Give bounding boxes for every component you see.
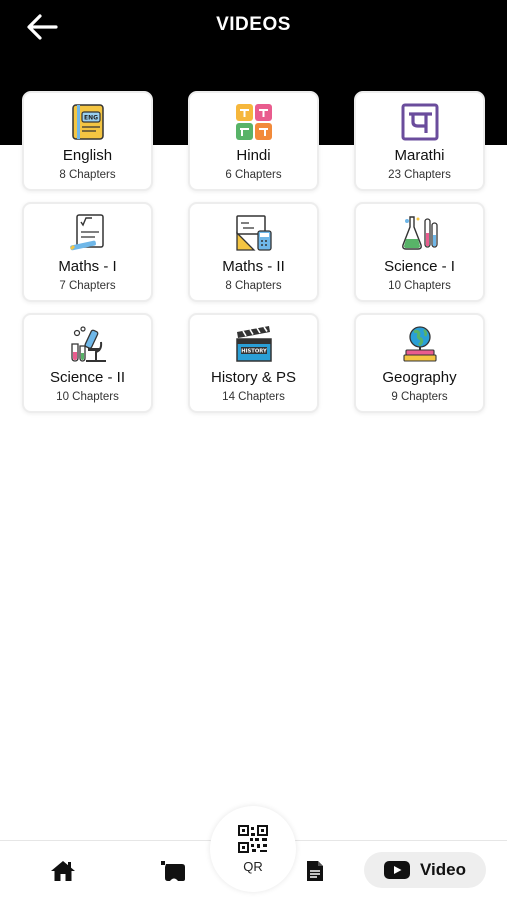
- svg-text:ENG: ENG: [83, 115, 97, 122]
- nav-video-button[interactable]: Video: [364, 852, 486, 888]
- nav-document-button[interactable]: [292, 841, 338, 900]
- nav-home-button[interactable]: [40, 841, 86, 900]
- svg-text:HISTORY: HISTORY: [241, 349, 267, 355]
- subject-card-geography[interactable]: Geography 9 Chapters: [354, 313, 485, 413]
- chapter-count: 10 Chapters: [388, 280, 451, 292]
- books-icon: [161, 861, 185, 881]
- subject-card-marathi[interactable]: Marathi 23 Chapters: [354, 91, 485, 191]
- subject-card-history-ps[interactable]: HISTORY History & PS 14 Chapters: [188, 313, 319, 413]
- subject-card-hindi[interactable]: Hindi 6 Chapters: [188, 91, 319, 191]
- document-icon: [307, 861, 323, 881]
- microscope-icon: [68, 324, 108, 364]
- chapter-count: 14 Chapters: [222, 391, 285, 403]
- math-formula-icon: [68, 213, 108, 253]
- page-title: VIDEOS: [216, 14, 291, 35]
- history-clapperboard-icon: HISTORY: [234, 324, 274, 364]
- hindi-letters-icon: [234, 102, 274, 142]
- nav-video-label: Video: [420, 860, 466, 879]
- subject-name: Science - II: [49, 369, 126, 386]
- home-icon: [51, 861, 75, 881]
- chapter-count: 23 Chapters: [388, 169, 451, 181]
- subject-card-science-2[interactable]: Science - II 10 Chapters: [22, 313, 153, 413]
- chapter-count: 8 Chapters: [59, 169, 116, 181]
- chapter-count: 10 Chapters: [56, 391, 119, 403]
- subject-grid: ENG English 8 Chapters Hindi 6 Chapters: [22, 91, 485, 413]
- lab-flasks-icon: [400, 213, 440, 253]
- qr-scan-button[interactable]: QR: [210, 806, 296, 892]
- qr-label: QR: [243, 858, 263, 874]
- english-book-icon: ENG: [68, 102, 108, 142]
- geometry-board-icon: [234, 213, 274, 253]
- subject-name: Marathi: [394, 147, 445, 164]
- chapter-count: 7 Chapters: [59, 280, 116, 292]
- chapter-count: 8 Chapters: [225, 280, 282, 292]
- subject-card-science-1[interactable]: Science - I 10 Chapters: [354, 202, 485, 302]
- subject-name: Geography: [382, 369, 457, 386]
- subject-name: Hindi: [236, 147, 271, 164]
- subject-name: Science - I: [384, 258, 455, 275]
- subject-name: English: [62, 147, 113, 164]
- nav-books-button[interactable]: [150, 841, 196, 900]
- marathi-letter-icon: [400, 102, 440, 142]
- chapter-count: 6 Chapters: [225, 169, 282, 181]
- subject-name: Maths - II: [222, 258, 285, 275]
- youtube-play-icon: [384, 861, 410, 879]
- qr-code-icon: [238, 824, 268, 853]
- subject-name: History & PS: [210, 369, 297, 386]
- subject-card-english[interactable]: ENG English 8 Chapters: [22, 91, 153, 191]
- chapter-count: 9 Chapters: [391, 391, 448, 403]
- subject-card-maths-1[interactable]: Maths - I 7 Chapters: [22, 202, 153, 302]
- subject-name: Maths - I: [58, 258, 117, 275]
- globe-books-icon: [400, 324, 440, 364]
- subject-card-maths-2[interactable]: Maths - II 8 Chapters: [188, 202, 319, 302]
